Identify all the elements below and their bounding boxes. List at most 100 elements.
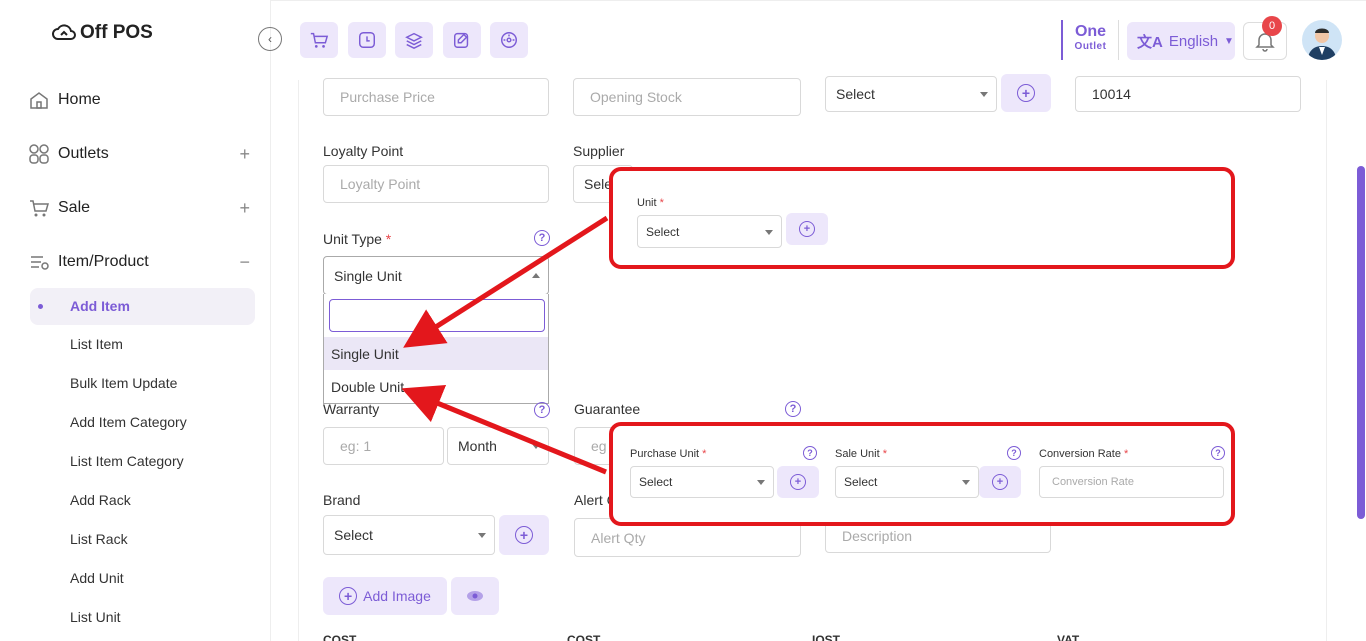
caret-down-icon: [980, 92, 988, 97]
add-category-button[interactable]: +: [1001, 74, 1051, 112]
outlet-subtitle: Outlet: [1074, 41, 1107, 52]
conversion-rate-input[interactable]: Conversion Rate: [1039, 466, 1224, 498]
dropdown-option-double-unit[interactable]: Double Unit: [324, 370, 548, 403]
add-brand-button[interactable]: +: [499, 515, 549, 555]
plus-circle-icon: +: [515, 526, 533, 544]
sidebar-item-label: Home: [58, 91, 101, 108]
unit-label-text: Unit: [637, 197, 657, 209]
layers-icon: [405, 32, 423, 49]
home-icon: [28, 89, 50, 111]
required-mark: *: [882, 448, 887, 460]
unit-type-select[interactable]: Single Unit: [323, 256, 549, 295]
add-unit-button[interactable]: +: [786, 213, 828, 245]
sidebar-subitem-add-rack[interactable]: Add Rack: [70, 492, 131, 512]
layers-button[interactable]: [395, 22, 433, 58]
loyalty-point-input[interactable]: Loyalty Point: [323, 165, 549, 203]
outlets-icon: [28, 143, 50, 165]
plus-circle-icon: +: [799, 221, 815, 237]
conversion-rate-label: Conversion Rate *: [1039, 448, 1128, 460]
sidebar-item-home[interactable]: Home: [28, 85, 250, 115]
add-image-button[interactable]: + Add Image: [323, 577, 447, 615]
caret-down-icon: [532, 444, 540, 449]
column-header: COST: [323, 633, 357, 641]
required-mark: *: [1124, 448, 1129, 460]
supplier-label: Supplier: [573, 143, 625, 159]
outlet-name: One: [1074, 23, 1107, 40]
dropdown-search-input[interactable]: [329, 299, 545, 332]
preview-image-button[interactable]: [451, 577, 499, 615]
warranty-period-select[interactable]: Month: [447, 427, 549, 465]
sidebar-subitem-bulk-update[interactable]: Bulk Item Update: [70, 375, 177, 395]
plus-circle-icon: +: [1017, 84, 1035, 102]
chevron-left-icon: ‹: [268, 32, 272, 46]
edit-button[interactable]: [443, 22, 481, 58]
select-value: Select: [639, 475, 673, 489]
sale-unit-label: Sale Unit *: [835, 448, 887, 460]
help-icon[interactable]: ?: [1211, 446, 1225, 460]
opening-stock-input[interactable]: Opening Stock: [573, 78, 801, 116]
help-icon[interactable]: ?: [534, 402, 550, 418]
purchase-unit-select[interactable]: Select: [630, 466, 774, 498]
collapse-icon[interactable]: −: [239, 252, 250, 273]
sidebar-item-outlets[interactable]: Outlets +: [28, 139, 250, 169]
purchase-unit-label-text: Purchase Unit: [630, 448, 700, 460]
column-header: VAT: [1057, 633, 1080, 641]
language-selector[interactable]: 文A English ▼: [1127, 22, 1235, 60]
required-mark: *: [659, 197, 664, 209]
sidebar-item-label: Item/Product: [58, 253, 149, 270]
clock-button[interactable]: [348, 22, 386, 58]
help-icon[interactable]: ?: [803, 446, 817, 460]
sidebar-subitem-add-unit[interactable]: Add Unit: [70, 570, 124, 590]
guarantee-input[interactable]: eg: [574, 427, 614, 465]
dashboard-button[interactable]: [490, 22, 528, 58]
outlet-selector[interactable]: One Outlet: [1061, 20, 1119, 60]
required-mark: *: [702, 448, 707, 460]
select-value: Month: [458, 438, 497, 454]
help-icon[interactable]: ?: [1007, 446, 1021, 460]
purchase-price-input[interactable]: Purchase Price: [323, 78, 549, 116]
column-header: COST: [567, 633, 601, 641]
sidebar-subitem-list-item[interactable]: List Item: [70, 336, 123, 356]
sale-unit-select[interactable]: Select: [835, 466, 979, 498]
sidebar-item-label: Sale: [58, 199, 91, 216]
help-icon[interactable]: ?: [534, 230, 550, 246]
plus-circle-icon: +: [790, 474, 806, 490]
caret-down-icon: [478, 533, 486, 538]
sidebar-subitem-add-item[interactable]: Add Item: [30, 288, 255, 325]
user-avatar[interactable]: [1302, 20, 1342, 60]
warranty-input[interactable]: eg: 1: [323, 427, 444, 465]
add-purchase-unit-button[interactable]: +: [777, 466, 819, 498]
sidebar-subitem-add-category[interactable]: Add Item Category: [70, 414, 187, 434]
select-value: Single Unit: [334, 267, 402, 284]
plus-circle-icon: +: [992, 474, 1008, 490]
sidebar-item-sale[interactable]: Sale +: [28, 193, 250, 223]
add-image-label: Add Image: [363, 588, 431, 604]
active-dot-icon: [38, 304, 43, 309]
select-value: Select: [836, 86, 875, 102]
item-code-input[interactable]: 10014: [1075, 76, 1301, 112]
help-icon[interactable]: ?: [785, 401, 801, 417]
sidebar-collapse-button[interactable]: ‹: [258, 27, 282, 51]
select-value: Select: [334, 527, 373, 543]
unit-type-dropdown: Single Unit Double Unit: [323, 294, 549, 404]
pos-cart-button[interactable]: [300, 22, 338, 58]
caret-up-icon: [532, 273, 540, 278]
expand-icon[interactable]: +: [239, 198, 250, 219]
list-icon: [28, 251, 50, 273]
app-logo[interactable]: Off POS: [52, 22, 153, 44]
unit-type-label-text: Unit Type: [323, 231, 382, 247]
dropdown-option-single-unit[interactable]: Single Unit: [324, 337, 548, 370]
sidebar-subitem-list-rack[interactable]: List Rack: [70, 531, 128, 551]
expand-icon[interactable]: +: [239, 144, 250, 165]
sidebar-subitem-list-category[interactable]: List Item Category: [70, 453, 184, 473]
scrollbar[interactable]: [1357, 166, 1365, 519]
sidebar-subitem-list-unit[interactable]: List Unit: [70, 609, 121, 629]
cloud-logo-icon: [52, 24, 76, 40]
unit-type-label: Unit Type *: [323, 231, 391, 247]
brand-select[interactable]: Select: [323, 515, 495, 555]
column-header: IOST: [812, 633, 841, 641]
sidebar-item-item-product[interactable]: Item/Product −: [28, 247, 250, 277]
add-sale-unit-button[interactable]: +: [979, 466, 1021, 498]
category-select[interactable]: Select: [825, 76, 997, 112]
unit-select[interactable]: Select: [637, 215, 782, 248]
